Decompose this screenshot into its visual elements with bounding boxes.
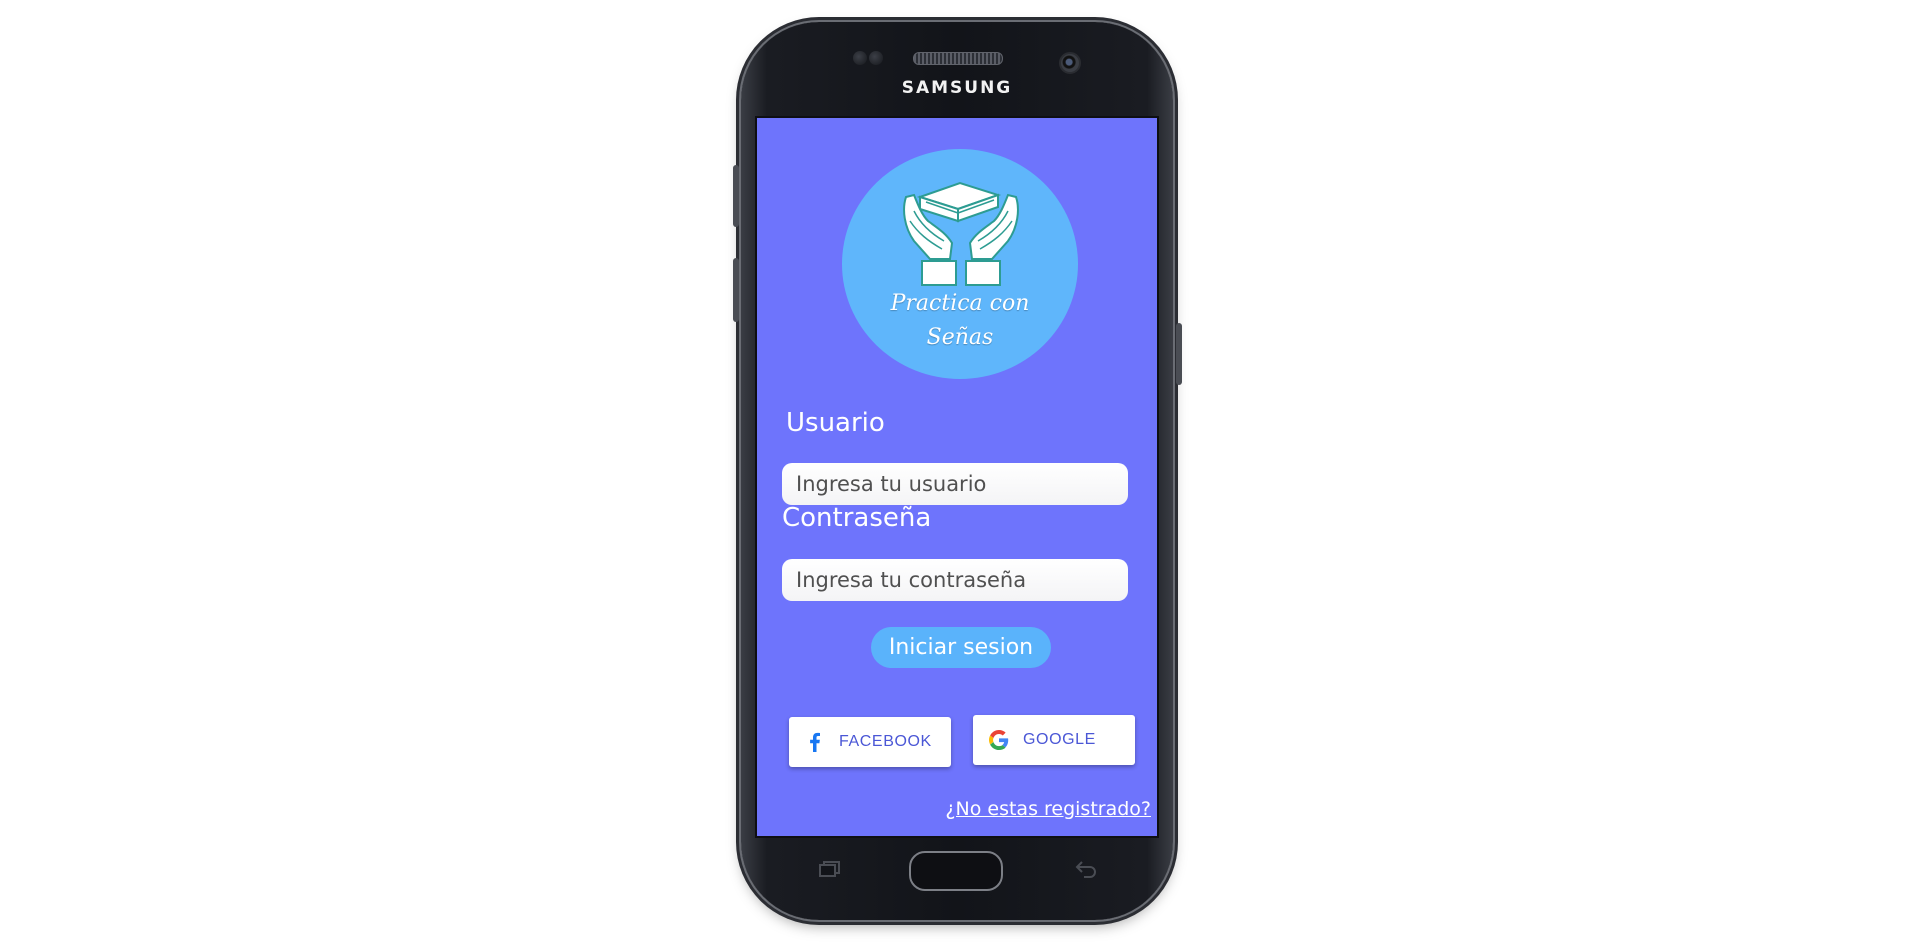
password-label: Contraseña xyxy=(782,503,932,533)
hands-holding-books-icon xyxy=(903,181,1019,286)
volume-down-button[interactable] xyxy=(733,258,739,322)
phone-frame: SAMSUNG Practica con Señas Usuario Ingre… xyxy=(733,22,1182,920)
device-brand: SAMSUNG xyxy=(901,78,1013,98)
home-button[interactable] xyxy=(909,851,1003,891)
logo-title-line-2: Señas xyxy=(926,325,994,350)
facebook-icon xyxy=(810,732,820,752)
password-input[interactable] xyxy=(782,559,1128,601)
app-logo: Practica con Señas xyxy=(842,149,1078,379)
logo-title-line-1: Practica con xyxy=(890,291,1030,316)
light-sensor xyxy=(869,51,883,65)
facebook-login-button[interactable]: FACEBOOK xyxy=(789,717,951,767)
back-icon[interactable] xyxy=(1074,860,1098,878)
username-label: Usuario xyxy=(786,408,885,438)
google-icon xyxy=(989,730,1009,750)
username-input[interactable] xyxy=(782,463,1128,505)
login-button[interactable]: Iniciar sesion xyxy=(871,627,1051,668)
google-label: GOOGLE xyxy=(1023,731,1096,748)
google-login-button[interactable]: GOOGLE xyxy=(973,715,1135,765)
stage: SAMSUNG Practica con Señas Usuario Ingre… xyxy=(0,0,1908,946)
recent-apps-icon[interactable] xyxy=(819,861,841,877)
register-link[interactable]: ¿No estas registrado? xyxy=(945,798,1151,820)
power-button[interactable] xyxy=(1176,323,1182,385)
volume-up-button[interactable] xyxy=(733,165,739,227)
facebook-label: FACEBOOK xyxy=(839,733,932,750)
proximity-sensor xyxy=(853,51,867,65)
logo-title: Practica con Señas xyxy=(842,287,1078,355)
front-camera xyxy=(1059,52,1081,74)
app-screen: Practica con Señas Usuario Contraseña In… xyxy=(755,116,1159,838)
earpiece-speaker xyxy=(913,52,1003,65)
